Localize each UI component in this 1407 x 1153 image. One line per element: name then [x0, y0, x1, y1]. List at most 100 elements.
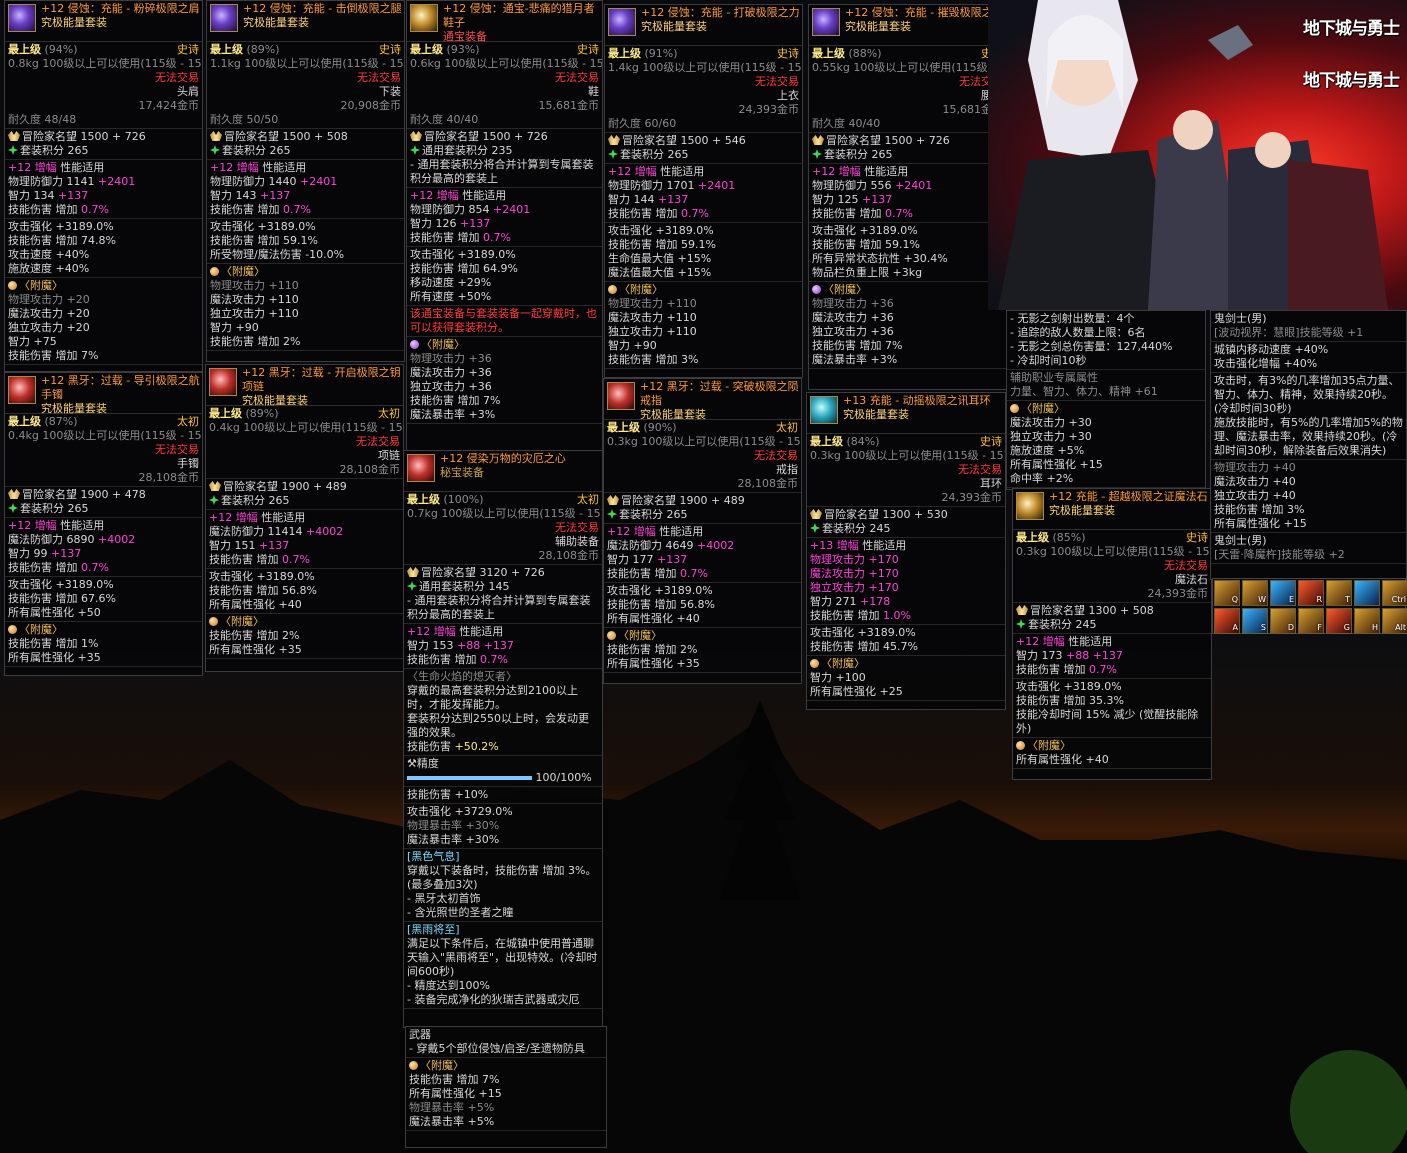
rarity-label: 史诗 — [980, 435, 1002, 448]
grade-label: 最上级 — [209, 407, 242, 420]
skill-slot[interactable]: T — [1326, 580, 1352, 606]
effect-line: 技能伤害 +10% — [407, 788, 489, 801]
set-point-label: 套装积分 — [221, 494, 265, 507]
enchant-orb-icon — [210, 267, 219, 276]
skill-slot[interactable]: E — [1270, 580, 1296, 606]
rarity-label: 太初 — [378, 407, 400, 420]
set-point-value: 265 — [268, 494, 290, 507]
item-set: 究极能量套装 — [640, 408, 706, 421]
item-tooltip-earring: +13 充能 - 动摇极限之讯耳环 究极能量套装 最上级 (84%) 史诗 0.3k… — [806, 392, 1006, 710]
fame-icon — [810, 509, 822, 519]
skill-hotkey: Alt — [1395, 623, 1406, 632]
skill-hotkey: E — [1288, 595, 1294, 604]
skill-slot[interactable]: S — [1242, 608, 1268, 634]
stat-skill: 技能伤害 增加 — [608, 207, 678, 220]
stat-int: 智力 125 — [812, 193, 859, 206]
stat-int: 智力 99 — [8, 547, 48, 560]
untradeable-label: 无法交易 — [155, 443, 199, 456]
amp-level: +12 — [607, 525, 631, 538]
stat-skill: 技能伤害 增加 — [8, 561, 78, 574]
effect-line: 施放技能时，有5%的几率增加5%的物理、魔法暴击率，效果持续20秒。(冷却时间3… — [1214, 416, 1403, 457]
stat-int: 智力 126 — [410, 217, 457, 230]
rarity-label: 史诗 — [177, 43, 199, 56]
effect-line: 攻击强化 +3189.0% — [608, 224, 714, 237]
skill-slot[interactable]: Ctrl — [1382, 580, 1407, 606]
effect-line: 所受物理/魔法伤害 -10.0% — [210, 248, 345, 261]
skill-slot[interactable]: D — [1270, 608, 1296, 634]
set-point-icon — [8, 145, 18, 155]
class-label: 鬼剑士(男) — [1214, 534, 1267, 547]
amp-label: 增幅 — [433, 625, 456, 638]
enchant-line: 所有属性强化 +35 — [209, 643, 302, 656]
enchant-line: 魔法暴击率 +3% — [812, 353, 898, 366]
slot-label: 头肩 — [177, 85, 199, 98]
stat-skill-bonus: 0.7% — [483, 231, 511, 244]
set-point-value: 245 — [869, 522, 891, 535]
price: 24,393金币 — [1147, 587, 1209, 600]
precision-bar — [407, 776, 532, 780]
stat-defense: 魔法防御力 11414 — [209, 525, 303, 538]
untradeable-label: 无法交易 — [555, 71, 599, 84]
item-tooltip-shoulder: +12 侵蚀：充能 - 粉碎极限之肩 究极能量套装 最上级 (94%) 史诗 0.8… — [4, 0, 203, 372]
skill-slot[interactable]: F — [1298, 608, 1324, 634]
stat-skill: 技能伤害 增加 — [8, 203, 78, 216]
skill-slot[interactable]: A — [1214, 608, 1240, 634]
item-set: 究极能量套装 — [41, 402, 107, 415]
set-point-label: 通用套装积分 — [422, 144, 488, 157]
shoulder-armor-icon — [8, 4, 36, 32]
stat-int: 智力 173 — [1016, 649, 1063, 662]
enchant-label: 〈附魔〉 — [220, 615, 264, 628]
effect-line: 技能伤害 增加 74.8% — [8, 234, 116, 247]
set-point-label: 套装积分 — [619, 508, 663, 521]
stat-skill: 技能伤害 增加 — [1016, 663, 1086, 676]
skill-slot[interactable]: H — [1354, 608, 1380, 634]
item-tooltip-necklace: +12 黑牙：过载 - 开启极限之钥项链 究极能量套装 最上级 (89%) 太初 0… — [205, 364, 404, 672]
enchant-line: 智力 +100 — [810, 671, 866, 684]
enchant-line: 独立攻击力 +30 — [1010, 430, 1092, 443]
stat-int-bonus: +137 — [460, 217, 491, 230]
stat-int: 智力 153 — [407, 639, 454, 652]
stat-int-bonus: +88 +137 — [1066, 649, 1123, 662]
untradeable-label: 无法交易 — [958, 463, 1002, 476]
skill-hotkey: W — [1258, 595, 1266, 604]
skill-slot[interactable]: R — [1298, 580, 1324, 606]
enchant-orb-icon — [1016, 741, 1025, 750]
skill-slot[interactable]: Q — [1214, 580, 1240, 606]
item-tooltip-auxiliary-continued: 武器 - 穿戴5个部位侵蚀/启圣/圣遗物防具 〈附魔〉 技能伤害 增加 7% 所有属… — [405, 1026, 607, 1148]
skill-slot[interactable]: G — [1326, 608, 1352, 634]
fame-label: 冒险家名望 — [826, 134, 881, 147]
effect-line: 魔法值最大值 +15% — [608, 266, 712, 279]
precision-bar-fill — [407, 776, 532, 780]
set-point-value: 145 — [488, 580, 510, 593]
fame-label: 冒险家名望 — [22, 130, 77, 143]
stat-defense: 魔法防御力 6890 — [8, 533, 95, 546]
effect-line: 攻击强化 +3189.0% — [8, 578, 114, 591]
amp-level: +13 — [810, 539, 834, 552]
game-logo: 地下城与勇士 — [1303, 71, 1400, 91]
requirement: 1.4kg 100级以上可以使用(115级 - 15) — [608, 61, 803, 74]
stat-int: 智力 134 — [8, 189, 55, 202]
amp-level: +12 — [209, 511, 233, 524]
rarity-label: 史诗 — [577, 43, 599, 56]
amp-label: 增幅 — [34, 519, 57, 532]
necklace-icon — [209, 368, 237, 396]
item-tooltip-top: +12 侵蚀：充能 - 打破极限之力 究极能量套装 最上级 (91%) 史诗 1.4… — [604, 4, 803, 378]
option-line: - 追踪的敌人数量上限：6名 — [1010, 326, 1146, 339]
precision-value: 100/100% — [535, 771, 592, 784]
enchant-orb-icon — [8, 281, 17, 290]
stat-defense: 魔法防御力 4649 — [607, 539, 694, 552]
skill-slot[interactable] — [1354, 580, 1380, 606]
slot-label: 手镯 — [177, 457, 199, 470]
untradeable-label: 无法交易 — [357, 71, 401, 84]
stat-ind-atk: 独立攻击力 +170 — [810, 581, 899, 594]
enchant-orb-icon — [1010, 404, 1019, 413]
item-tooltip-title: 鬼剑士(男) [波动视界：慧眼]技能等级 +1 城镇内移动速度 +40% 攻击强化增… — [1210, 310, 1407, 580]
fame-value: 1500 + 726 — [884, 134, 950, 147]
rarity-label: 史诗 — [777, 47, 799, 60]
skill-slot[interactable]: Alt — [1382, 608, 1407, 634]
effect-line: 技能伤害 增加 35.3% — [1016, 694, 1124, 707]
skill-slot[interactable]: W — [1242, 580, 1268, 606]
enchant-orb-icon — [607, 631, 616, 640]
option-line: 穿戴的最高套装积分达到2100以上时，才能发挥能力。 — [407, 684, 578, 711]
grade-value: (87%) — [44, 415, 78, 428]
